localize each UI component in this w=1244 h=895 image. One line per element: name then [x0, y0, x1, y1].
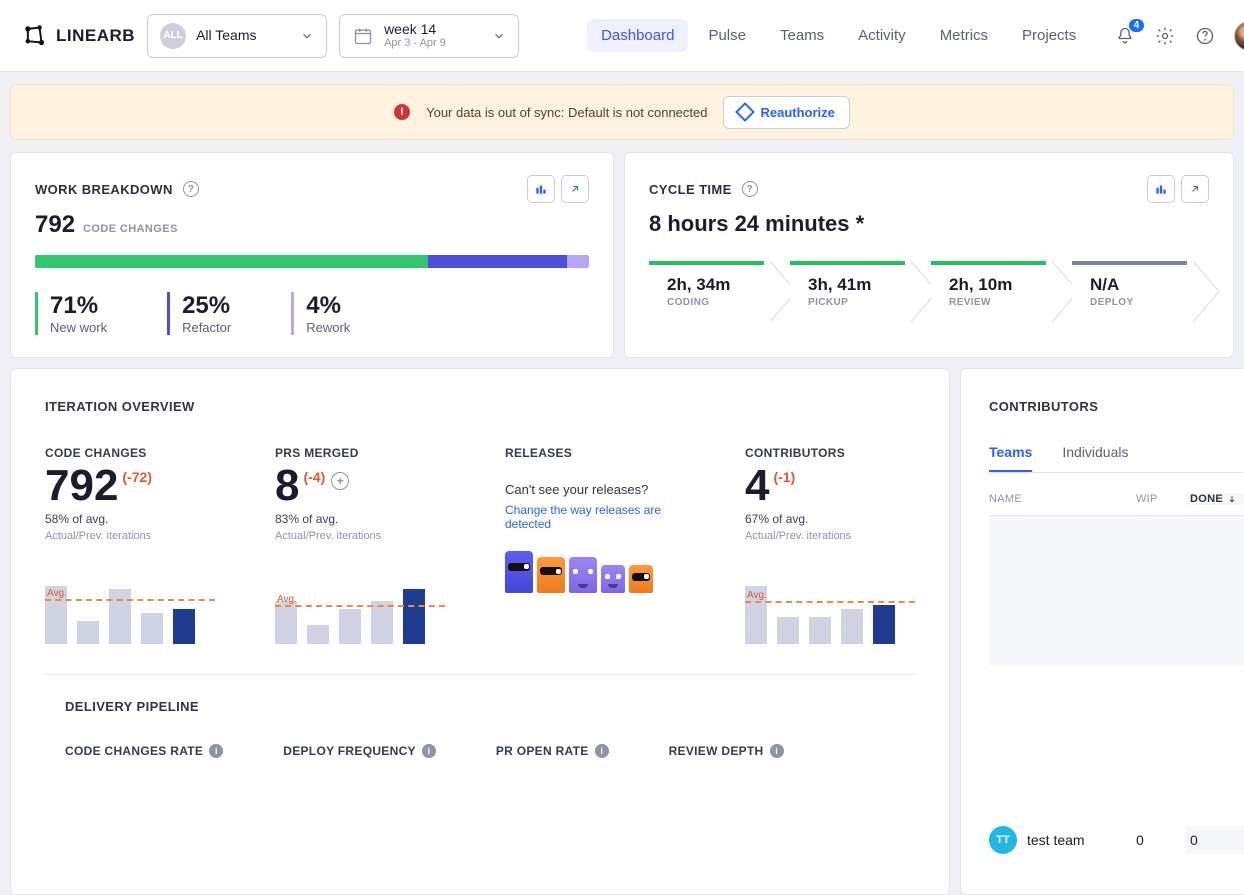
stage-review: 2h, 10m REVIEW [931, 261, 1068, 322]
work-breakdown-title: WORK BREAKDOWN [35, 182, 173, 197]
team-filter-label: All Teams [196, 27, 256, 44]
help-button[interactable] [1194, 25, 1216, 47]
chevron-down-icon [300, 29, 314, 43]
spark-contributors: Avg. [745, 566, 915, 644]
cell-done: 0 [1186, 826, 1244, 854]
primary-nav: Dashboard Pulse Teams Activity Metrics P… [587, 19, 1090, 52]
team-name: test team [1027, 832, 1085, 848]
diamond-icon [736, 102, 756, 122]
metric-code-changes: CODE CHANGES 792 (-72) 58% of avg. Actua… [45, 446, 215, 644]
brand-logo-icon [22, 23, 48, 49]
bar-refactor [428, 255, 567, 268]
nav-metrics[interactable]: Metrics [926, 19, 1002, 52]
nav-pulse[interactable]: Pulse [694, 19, 760, 52]
releases-link[interactable]: Change the way releases are detected [505, 503, 685, 531]
contributors-card: CONTRIBUTORS Teams Individuals NAME WIP … [960, 368, 1244, 895]
contributors-title: CONTRIBUTORS [989, 399, 1244, 414]
user-avatar[interactable] [1234, 21, 1244, 51]
delivery-title: DELIVERY PIPELINE [65, 699, 915, 714]
newwork-pct: 71% [50, 292, 107, 320]
cycle-time-card: CYCLE TIME ? 8 hours 24 minutes * 2h, 34… [624, 152, 1234, 358]
period-filter[interactable]: week 14 Apr 3 - Apr 9 [339, 14, 519, 58]
brand: LINEARB [22, 23, 135, 49]
reauthorize-label: Reauthorize [760, 105, 834, 120]
rework-pct: 4% [306, 292, 350, 320]
notifications-button[interactable]: 4 [1114, 25, 1136, 47]
brand-text: LINEARB [56, 26, 135, 46]
warning-icon: ! [394, 104, 410, 120]
col-name: NAME [989, 493, 1136, 505]
metric-prs-merged: PRS MERGED 8 (-4) + 83% of avg. Actual/P… [275, 446, 445, 644]
contributors-table: NAME WIP DONE REVIEWS TT test team 0 0 0 [989, 483, 1244, 864]
del-metric-deploy-frequency: DEPLOY FREQUENCY i [283, 744, 436, 758]
tab-individuals[interactable]: Individuals [1062, 444, 1128, 472]
reauthorize-button[interactable]: Reauthorize [723, 96, 849, 129]
top-actions: 4 [1114, 21, 1244, 51]
help-icon [1195, 26, 1215, 46]
col-wip: WIP [1136, 493, 1186, 505]
settings-button[interactable] [1154, 25, 1176, 47]
info-icon[interactable]: i [595, 744, 609, 758]
cycle-time-title: CYCLE TIME [649, 182, 732, 197]
stage-pickup: 3h, 41m PICKUP [790, 261, 927, 322]
info-icon[interactable]: i [209, 744, 223, 758]
bar-newwork [35, 255, 428, 268]
nav-dashboard[interactable]: Dashboard [587, 19, 688, 52]
cell-wip: 0 [1136, 832, 1186, 848]
cycle-stages: 2h, 34m CODING 3h, 41m PICKUP 2h, 10m RE… [649, 261, 1209, 322]
metric-contributors: CONTRIBUTORS 4 (-1) 67% of avg. Actual/P… [745, 446, 915, 644]
iteration-overview-card: ITERATION OVERVIEW CODE CHANGES 792 (-72… [10, 368, 950, 895]
metric-releases: RELEASES Can't see your releases? Change… [505, 446, 685, 644]
code-changes-label: CODE CHANGES [83, 223, 178, 235]
iteration-title: ITERATION OVERVIEW [45, 399, 915, 414]
table-row: TT test team 0 0 0 [989, 816, 1244, 864]
team-chip: ALL [160, 23, 186, 49]
stage-deploy: N/A DEPLOY [1072, 261, 1209, 322]
sort-arrow-icon [1227, 494, 1237, 504]
refactor-pct: 25% [182, 292, 231, 320]
newwork-label: New work [50, 320, 107, 335]
del-metric-code-changes-rate: CODE CHANGES RATE i [65, 744, 223, 758]
notification-count: 4 [1129, 19, 1145, 32]
sync-banner: ! Your data is out of sync: Default is n… [10, 84, 1234, 140]
nav-teams[interactable]: Teams [766, 19, 838, 52]
expand-icon-button[interactable] [1181, 175, 1209, 203]
stage-coding: 2h, 34m CODING [649, 261, 786, 322]
help-icon[interactable]: ? [183, 181, 199, 197]
info-icon[interactable]: i [770, 744, 784, 758]
nav-activity[interactable]: Activity [844, 19, 920, 52]
help-icon[interactable]: ? [742, 181, 758, 197]
period-label: week 14 [384, 21, 446, 38]
spark-code-changes: Avg. [45, 566, 215, 644]
chart-icon-button[interactable] [1147, 175, 1175, 203]
bar-rework [567, 255, 589, 268]
chevron-down-icon [492, 29, 506, 43]
nav-projects[interactable]: Projects [1008, 19, 1090, 52]
expand-icon-button[interactable] [561, 175, 589, 203]
releases-illustration [505, 551, 685, 593]
period-range: Apr 3 - Apr 9 [384, 37, 446, 50]
work-breakdown-card: WORK BREAKDOWN ? 792 CODE CHANGES 71% [10, 152, 614, 358]
del-metric-review-depth: REVIEW DEPTH i [669, 744, 784, 758]
delivery-pipeline-card: DELIVERY PIPELINE CODE CHANGES RATE i DE… [45, 674, 915, 758]
banner-text: Your data is out of sync: Default is not… [426, 105, 707, 120]
del-metric-pr-open-rate: PR OPEN RATE i [496, 744, 609, 758]
work-breakdown-bar [35, 255, 589, 268]
gear-icon [1155, 26, 1175, 46]
info-icon[interactable]: i [422, 744, 436, 758]
cycle-time-value: 8 hours 24 minutes * [649, 211, 1209, 237]
refactor-label: Refactor [182, 320, 231, 335]
tab-teams[interactable]: Teams [989, 444, 1032, 472]
code-changes-total: 792 [35, 211, 75, 239]
plus-icon[interactable]: + [331, 472, 349, 490]
calendar-icon [352, 25, 374, 47]
team-badge: TT [989, 826, 1017, 854]
spark-prs-merged: Avg. [275, 566, 445, 644]
col-done[interactable]: DONE [1186, 493, 1244, 505]
team-filter[interactable]: ALL All Teams [147, 14, 327, 58]
chart-icon-button[interactable] [527, 175, 555, 203]
topbar: LINEARB ALL All Teams week 14 Apr 3 - Ap… [0, 0, 1244, 72]
rework-label: Rework [306, 320, 350, 335]
